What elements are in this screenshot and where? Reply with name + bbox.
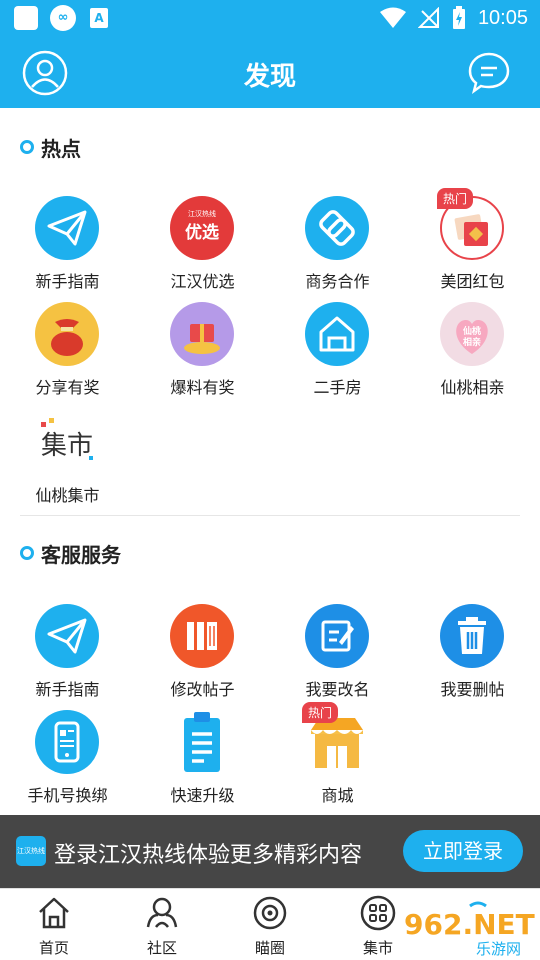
market-logo-icon: 集市 <box>41 418 93 461</box>
svg-text:乐游网: 乐游网 <box>476 940 521 958</box>
service-item-phone-rebind[interactable]: 手机号换绑 <box>0 710 135 810</box>
market-icon <box>360 895 396 931</box>
service-item-shop[interactable]: 热门 商城 <box>270 702 405 810</box>
section-divider <box>20 515 520 516</box>
phone-icon <box>35 710 99 774</box>
no-signal-icon <box>417 7 439 28</box>
infinity-app-icon: ∞ <box>50 5 76 31</box>
svg-text:江汉热线: 江汉热线 <box>188 209 216 218</box>
nav-item-circle[interactable]: 瞄圈 <box>220 893 320 959</box>
books-icon <box>170 604 234 668</box>
svg-text:集市: 集市 <box>41 431 93 461</box>
hot-section-title: 热点 <box>20 132 81 162</box>
status-time: 10:05 <box>477 6 528 29</box>
gift-box-icon <box>170 302 234 366</box>
nav-item-community[interactable]: 社区 <box>112 893 212 959</box>
message-icon[interactable] <box>466 50 512 96</box>
svg-text:仙桃: 仙桃 <box>463 325 481 337</box>
youxuan-icon: 江汉热线 优选 <box>170 196 234 260</box>
hot-item-share[interactable]: 分享有奖 <box>0 302 135 402</box>
svg-text:优选: 优选 <box>185 222 219 243</box>
hot-item-youxuan[interactable]: 江汉热线 优选 江汉优选 <box>135 196 270 296</box>
service-item-edit-post[interactable]: 修改帖子 <box>135 604 270 704</box>
hot-item-business[interactable]: 商务合作 <box>270 196 405 296</box>
hot-item-house[interactable]: 二手房 <box>270 302 405 402</box>
service-item-delete-post[interactable]: 我要删帖 <box>405 604 540 704</box>
login-button[interactable]: 立即登录 <box>403 830 523 872</box>
battery-charging-icon <box>452 6 465 29</box>
service-section-title: 客服服务 <box>20 538 121 568</box>
community-icon <box>146 897 178 928</box>
clipboard-icon <box>184 712 220 772</box>
paper-plane-icon <box>35 196 99 260</box>
svg-text:962.NET: 962.NET <box>404 908 535 941</box>
wifi-icon <box>379 7 406 28</box>
section-dot-icon <box>20 140 34 154</box>
service-item-guide[interactable]: 新手指南 <box>0 604 135 704</box>
edit-icon <box>305 604 369 668</box>
login-banner-text: 登录江汉热线体验更多精彩内容 <box>54 843 363 868</box>
hot-item-dating[interactable]: 仙桃 相亲 仙桃相亲 <box>405 302 540 402</box>
a-app-icon: A <box>90 8 108 28</box>
hot-badge: 热门 <box>437 188 474 209</box>
house-icon <box>305 302 369 366</box>
status-bar: ∞ A 10:05 <box>0 0 540 36</box>
trash-icon <box>440 604 504 668</box>
hot-item-redpacket[interactable]: 热门 美团红包 <box>405 188 540 296</box>
paper-plane-icon <box>35 604 99 668</box>
watermark-logo: 962.NET 乐游网 <box>404 901 535 958</box>
hot-item-market[interactable]: 集市 仙桃集市 <box>0 410 135 510</box>
service-item-upgrade[interactable]: 快速升级 <box>135 710 270 810</box>
app-header: 发现 <box>0 36 540 108</box>
hot-badge: 热门 <box>302 702 339 723</box>
svg-text:相亲: 相亲 <box>463 336 481 348</box>
page-title: 发现 <box>243 62 296 92</box>
home-icon <box>39 897 69 929</box>
service-item-rename[interactable]: 我要改名 <box>270 604 405 704</box>
section-dot-icon <box>20 546 34 560</box>
app-square-icon <box>14 6 38 30</box>
hot-item-guide[interactable]: 新手指南 <box>0 196 135 296</box>
handshake-icon <box>305 196 369 260</box>
nav-item-home[interactable]: 首页 <box>4 893 104 959</box>
login-banner: 江汉热线 登录江汉热线体验更多精彩内容 立即登录 <box>0 815 540 888</box>
app-logo-icon: 江汉热线 <box>16 836 46 866</box>
circle-icon <box>253 896 287 930</box>
lucky-bag-icon <box>35 302 99 366</box>
matchmaking-icon: 仙桃 相亲 <box>440 302 504 366</box>
hot-item-tipoff[interactable]: 爆料有奖 <box>135 302 270 402</box>
